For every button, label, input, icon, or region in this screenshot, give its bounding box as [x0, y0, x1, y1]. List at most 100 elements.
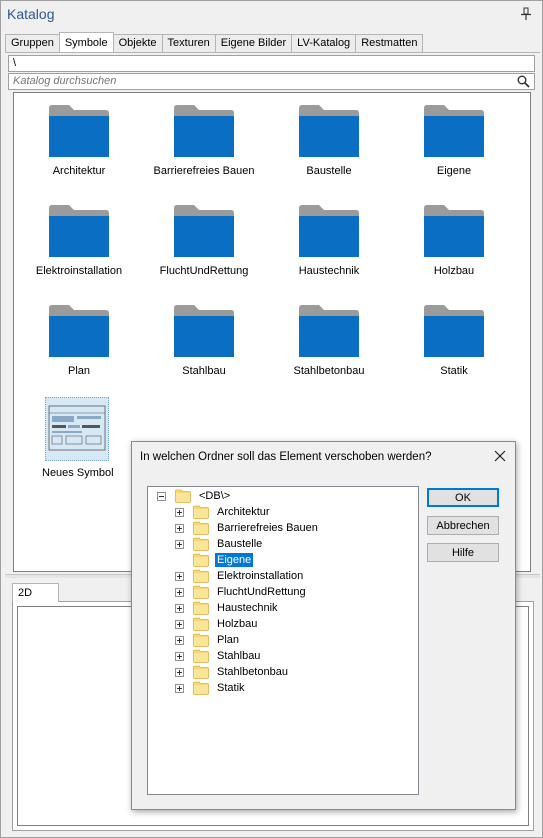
- folder-icon: [193, 585, 209, 599]
- search-input[interactable]: [13, 75, 493, 87]
- tree-item-fluchtundrettung[interactable]: FluchtUndRettung: [175, 584, 308, 600]
- folder-icon: [424, 105, 484, 157]
- tree-item-stahlbetonbau[interactable]: Stahlbetonbau: [175, 664, 290, 680]
- tree-item-label: Architektur: [217, 506, 270, 518]
- tab-restmatten[interactable]: Restmatten: [355, 34, 424, 52]
- folder-label: FluchtUndRettung: [159, 265, 249, 277]
- folder-tree[interactable]: <DB\> Architektur Barrierefreies Bauen Baus…: [147, 486, 419, 795]
- expand-icon[interactable]: [175, 667, 184, 677]
- tree-item-elektroinstallation[interactable]: Elektroinstallation: [175, 568, 305, 584]
- folder-baustelle[interactable]: Baustelle: [274, 105, 384, 177]
- folder-icon: [193, 553, 209, 567]
- close-icon[interactable]: [493, 449, 507, 463]
- tab-objekte[interactable]: Objekte: [112, 34, 163, 52]
- dialog-title: In welchen Ordner soll das Element versc…: [140, 451, 432, 463]
- folder-label: Eigene: [436, 165, 472, 177]
- folder-stahlbau[interactable]: Stahlbau: [149, 305, 259, 377]
- folder-label: Plan: [67, 365, 91, 377]
- move-folder-dialog: In welchen Ordner soll das Element versc…: [131, 441, 516, 810]
- ok-button[interactable]: OK: [427, 488, 499, 507]
- search-box[interactable]: [8, 73, 535, 90]
- folder-label: Barrierefreies Bauen: [153, 165, 255, 177]
- tab-gruppen[interactable]: Gruppen: [5, 34, 60, 52]
- expand-icon[interactable]: [175, 619, 184, 629]
- folder-label: Baustelle: [306, 165, 352, 177]
- window-title: Katalog: [7, 6, 55, 22]
- expand-icon[interactable]: [175, 587, 184, 597]
- tree-item-haustechnik[interactable]: Haustechnik: [175, 600, 280, 616]
- folder-icon: [299, 305, 359, 357]
- folder-icon: [193, 649, 209, 663]
- folder-barrierefreies-bauen[interactable]: Barrierefreies Bauen: [149, 105, 259, 177]
- folder-icon: [424, 205, 484, 257]
- folder-icon: [193, 633, 209, 647]
- tree-item-label: Baustelle: [217, 538, 263, 550]
- symbol-thumbnail: [45, 397, 109, 461]
- tab-lv-katalog[interactable]: LV-Katalog: [291, 34, 357, 52]
- folder-icon: [424, 305, 484, 357]
- tree-item-label: Stahlbetonbau: [217, 666, 288, 678]
- tree-item-label: Eigene: [215, 553, 254, 567]
- folder-label: Architektur: [52, 165, 106, 177]
- tab-2d[interactable]: 2D: [12, 583, 59, 602]
- folder-icon: [174, 305, 234, 357]
- expand-icon[interactable]: [175, 539, 184, 549]
- help-button[interactable]: Hilfe: [427, 543, 499, 562]
- folder-label: Stahlbau: [182, 365, 226, 377]
- folder-icon: [49, 105, 109, 157]
- folder-architektur[interactable]: Architektur: [24, 105, 134, 177]
- collapse-icon[interactable]: [157, 491, 166, 501]
- tree-item-label: Statik: [217, 682, 245, 694]
- folder-statik[interactable]: Statik: [399, 305, 509, 377]
- tab-symbole[interactable]: Symbole: [58, 32, 114, 52]
- tab-texturen[interactable]: Texturen: [161, 34, 216, 52]
- expand-icon[interactable]: [175, 507, 184, 517]
- tree-item-holzbau[interactable]: Holzbau: [175, 616, 259, 632]
- tree-item-barrierefreies-bauen[interactable]: Barrierefreies Bauen: [175, 520, 320, 536]
- expand-icon[interactable]: [175, 683, 184, 693]
- folder-plan[interactable]: Plan: [24, 305, 134, 377]
- pin-icon[interactable]: [520, 7, 532, 21]
- folder-label: Haustechnik: [298, 265, 360, 277]
- tree-root-label: <DB\>: [199, 490, 231, 502]
- folder-fluchtundrettung[interactable]: FluchtUndRettung: [149, 205, 259, 277]
- tree-item-stahlbau[interactable]: Stahlbau: [175, 648, 262, 664]
- cancel-button[interactable]: Abbrechen: [427, 516, 499, 535]
- folder-elektroinstallation[interactable]: Elektroinstallation: [24, 205, 134, 277]
- expand-icon[interactable]: [175, 523, 184, 533]
- tree-item-architektur[interactable]: Architektur: [175, 504, 272, 520]
- expand-icon[interactable]: [175, 571, 184, 581]
- tree-item-label: Holzbau: [217, 618, 258, 630]
- path-field[interactable]: \: [8, 55, 535, 72]
- folder-icon: [174, 205, 234, 257]
- expand-icon[interactable]: [175, 651, 184, 661]
- folder-haustechnik[interactable]: Haustechnik: [274, 205, 384, 277]
- folder-icon: [299, 105, 359, 157]
- tree-item-eigene[interactable]: Eigene: [193, 552, 254, 568]
- expand-icon[interactable]: [175, 635, 184, 645]
- tree-item-statik[interactable]: Statik: [175, 680, 247, 696]
- tree-item-label: Plan: [217, 634, 240, 646]
- folder-icon: [193, 537, 209, 551]
- folder-icon: [193, 601, 209, 615]
- folder-icon: [193, 569, 209, 583]
- tree-root[interactable]: <DB\>: [157, 488, 232, 504]
- tree-item-label: Haustechnik: [217, 602, 278, 614]
- expand-icon[interactable]: [175, 603, 184, 613]
- folder-icon: [49, 205, 109, 257]
- tree-item-baustelle[interactable]: Baustelle: [175, 536, 264, 552]
- tree-item-plan[interactable]: Plan: [175, 632, 241, 648]
- tree-item-label: Barrierefreies Bauen: [217, 522, 318, 534]
- folder-icon: [193, 681, 209, 695]
- folder-stahlbetonbau[interactable]: Stahlbetonbau: [274, 305, 384, 377]
- search-icon[interactable]: [517, 75, 530, 88]
- folder-icon: [193, 617, 209, 631]
- folder-label: Stahlbetonbau: [293, 365, 365, 377]
- tab-eigene-bilder[interactable]: Eigene Bilder: [214, 34, 293, 52]
- folder-holzbau[interactable]: Holzbau: [399, 205, 509, 277]
- folder-icon: [49, 305, 109, 357]
- folder-label: Holzbau: [433, 265, 475, 277]
- symbol-item[interactable]: Neues Symbol: [42, 397, 114, 479]
- folder-icon: [174, 105, 234, 157]
- folder-eigene[interactable]: Eigene: [399, 105, 509, 177]
